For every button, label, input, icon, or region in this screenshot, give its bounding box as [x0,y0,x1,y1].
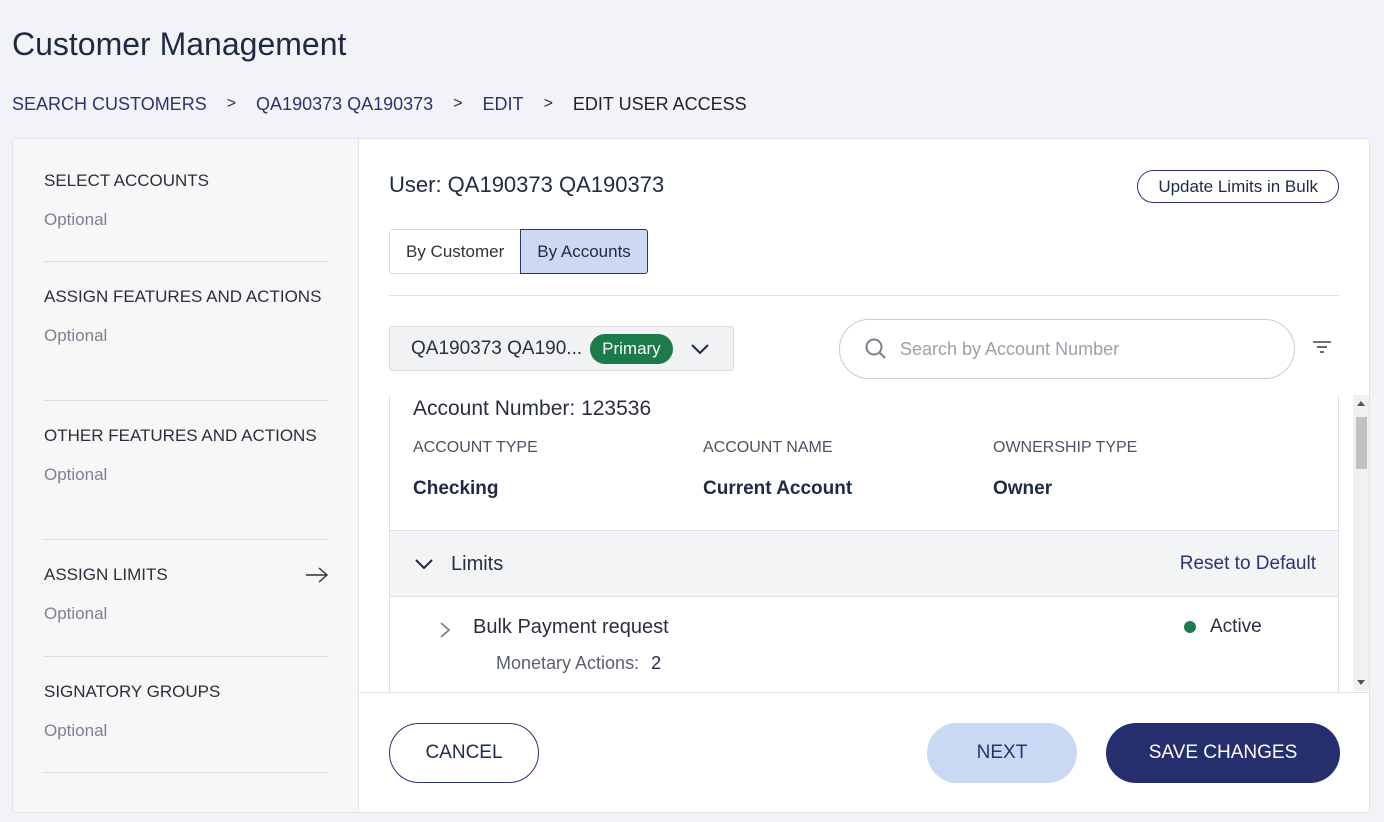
step-sub: Optional [44,326,108,345]
tab-by-customer[interactable]: By Customer [389,229,521,274]
main-panel: User: QA190373 QA190373 Update Limits in… [359,139,1369,812]
chevron-down-icon [415,559,433,570]
step-title: SIGNATORY GROUPS [44,682,221,701]
breadcrumb-edit[interactable]: EDIT [483,94,524,115]
sidebar-step-other-features[interactable]: OTHER FEATURES AND ACTIONS Optional [44,425,329,485]
monetary-actions-count: 2 [651,653,662,673]
column-header-account-type: ACCOUNT TYPE [413,439,538,456]
sidebar-step-assign-limits[interactable]: ASSIGN LIMITS Optional [44,564,329,624]
primary-badge: Primary [590,333,673,364]
status-dot-icon [1184,621,1196,633]
update-limits-bulk-button[interactable]: Update Limits in Bulk [1137,170,1339,203]
divider [389,295,1339,296]
limits-label: Limits [451,553,504,575]
steps-sidebar: SELECT ACCOUNTS Optional ASSIGN FEATURES… [13,139,359,812]
sidebar-step-signatory-groups[interactable]: SIGNATORY GROUPS Optional [44,681,329,741]
account-type-value: Checking [413,478,499,499]
limits-section-header[interactable]: Limits Reset to Default [390,530,1338,597]
chevron-down-icon [690,343,709,354]
breadcrumb-separator: > [226,95,237,112]
step-title: ASSIGN FEATURES AND ACTIONS [44,287,322,306]
account-select[interactable]: QA190373 QA190... Primary [389,326,734,371]
status-text: Active [1210,616,1262,637]
user-title: User: QA190373 QA190373 [389,172,665,197]
step-sub: Optional [44,210,108,229]
chevron-right-icon[interactable] [438,620,452,640]
step-title: SELECT ACCOUNTS [44,171,210,190]
limit-row-name: Bulk Payment request [473,616,669,638]
step-divider [44,656,329,657]
save-changes-button[interactable]: SAVE CHANGES [1106,723,1340,783]
breadcrumb-current: EDIT USER ACCESS [572,93,747,114]
reset-to-default-link[interactable]: Reset to Default [1180,553,1316,575]
filter-icon[interactable] [1311,337,1333,357]
search-box [839,319,1295,379]
scrollbar[interactable] [1353,395,1369,691]
view-toggle: By Customer By Accounts [389,229,648,274]
step-divider [44,539,329,540]
account-name-value: Current Account [703,478,853,499]
search-icon [865,338,886,359]
breadcrumb-search-customers[interactable]: SEARCH CUSTOMERS [12,94,207,115]
cancel-button[interactable]: CANCEL [389,723,539,783]
next-button[interactable]: NEXT [927,723,1077,783]
column-header-ownership-type: OWNERSHIP TYPE [993,439,1138,456]
ownership-type-value: Owner [993,478,1053,499]
step-divider [44,261,329,262]
account-number: Account Number: 123536 [413,397,652,420]
breadcrumb: SEARCH CUSTOMERS > QA190373 QA190373 > E… [12,92,747,116]
page-title: Customer Management [12,26,347,62]
monetary-actions-label: Monetary Actions: [496,653,640,673]
action-footer: CANCEL NEXT SAVE CHANGES [359,692,1369,812]
status-badge: Active [1184,616,1262,638]
sidebar-step-select-accounts[interactable]: SELECT ACCOUNTS Optional [44,170,329,230]
search-input[interactable] [900,338,1280,360]
step-divider [44,400,329,401]
arrow-right-icon [306,567,329,583]
step-divider [44,772,329,773]
limit-row-monetary-actions: Monetary Actions: 2 [496,653,661,674]
breadcrumb-customer[interactable]: QA190373 QA190373 [256,94,433,115]
edit-access-card: SELECT ACCOUNTS Optional ASSIGN FEATURES… [12,138,1370,813]
sidebar-step-assign-features[interactable]: ASSIGN FEATURES AND ACTIONS Optional [44,286,329,346]
breadcrumb-separator: > [543,95,553,112]
scroll-down-icon[interactable] [1357,680,1365,685]
scroll-up-icon[interactable] [1357,401,1365,406]
step-title: ASSIGN LIMITS [44,565,168,584]
step-title: OTHER FEATURES AND ACTIONS [44,426,317,445]
step-sub: Optional [44,721,108,740]
breadcrumb-separator: > [453,95,463,112]
account-details-scroll: Account Number: 123536 ACCOUNT TYPE ACCO… [389,395,1339,693]
step-sub: Optional [44,604,108,623]
step-sub: Optional [44,465,108,484]
column-header-account-name: ACCOUNT NAME [703,439,833,456]
scrollbar-thumb[interactable] [1356,417,1367,469]
tab-by-accounts[interactable]: By Accounts [520,229,648,274]
account-select-value: QA190373 QA190... [411,337,583,359]
